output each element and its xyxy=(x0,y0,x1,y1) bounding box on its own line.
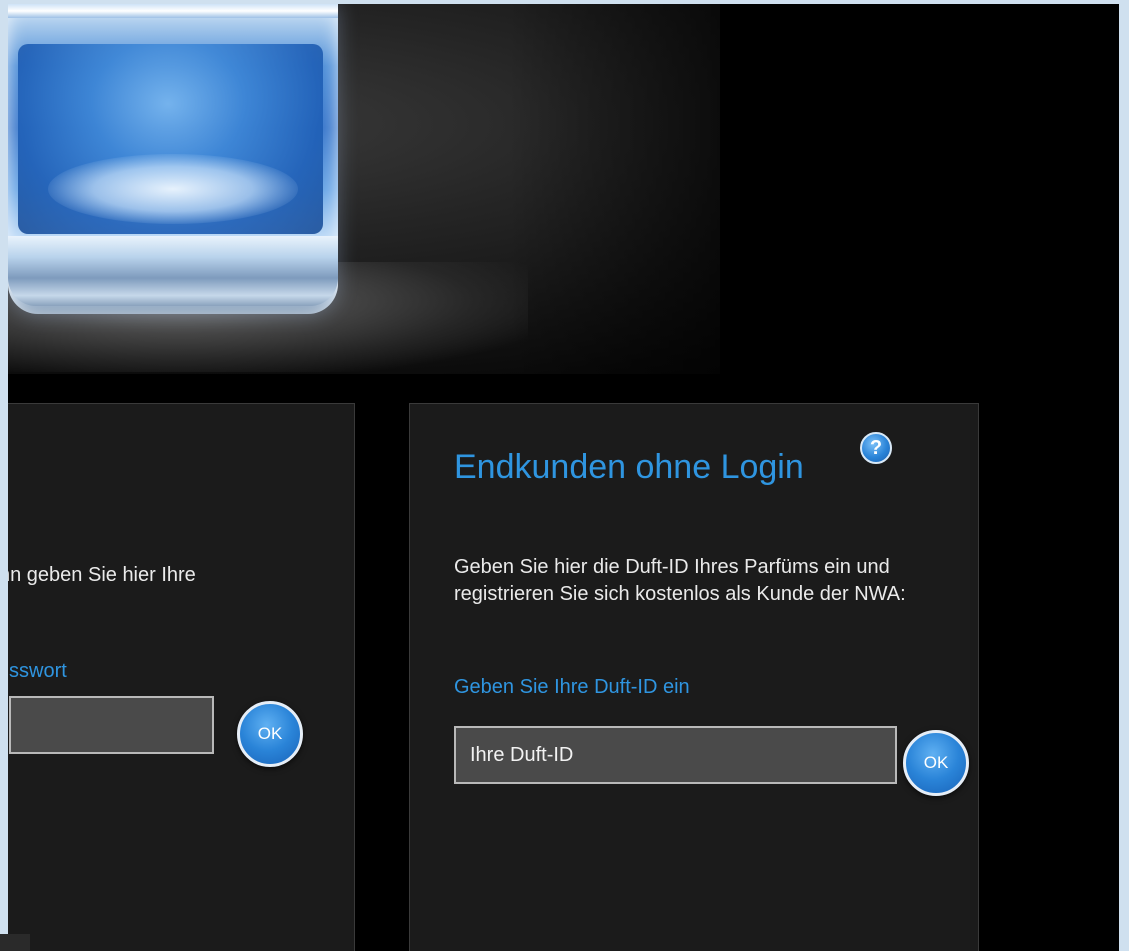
login-ok-button[interactable]: OK xyxy=(237,701,303,767)
guest-panel-description: Geben Sie hier die Duft-ID Ihres Parfüms… xyxy=(454,556,906,605)
window-frame-corner xyxy=(0,934,30,951)
page-content: nn geben Sie hier Ihre sswort OK Endkund… xyxy=(8,4,1119,951)
duft-id-label: Geben Sie Ihre Duft-ID ein xyxy=(454,676,690,698)
guest-panel-title: Endkunden ohne Login xyxy=(454,448,804,486)
duft-id-ok-button[interactable]: OK xyxy=(903,730,969,796)
window-frame-left xyxy=(0,0,8,951)
hero-banner xyxy=(8,4,1119,374)
hero-black-area xyxy=(720,4,1119,374)
help-icon[interactable]: ? xyxy=(860,432,892,464)
duft-id-input[interactable] xyxy=(454,726,897,784)
perfume-glass-image xyxy=(8,4,338,314)
guest-panel: Endkunden ohne Login ? Geben Sie hier di… xyxy=(409,403,979,951)
password-label: sswort xyxy=(9,660,67,682)
window-frame-right xyxy=(1119,0,1129,951)
glass-rim xyxy=(8,4,338,18)
glass-cloud-swirl xyxy=(48,154,298,224)
login-panel-text: nn geben Sie hier Ihre xyxy=(8,564,196,586)
glass-base xyxy=(8,236,338,306)
login-panel: nn geben Sie hier Ihre sswort OK xyxy=(8,403,355,951)
password-input[interactable] xyxy=(9,696,214,754)
